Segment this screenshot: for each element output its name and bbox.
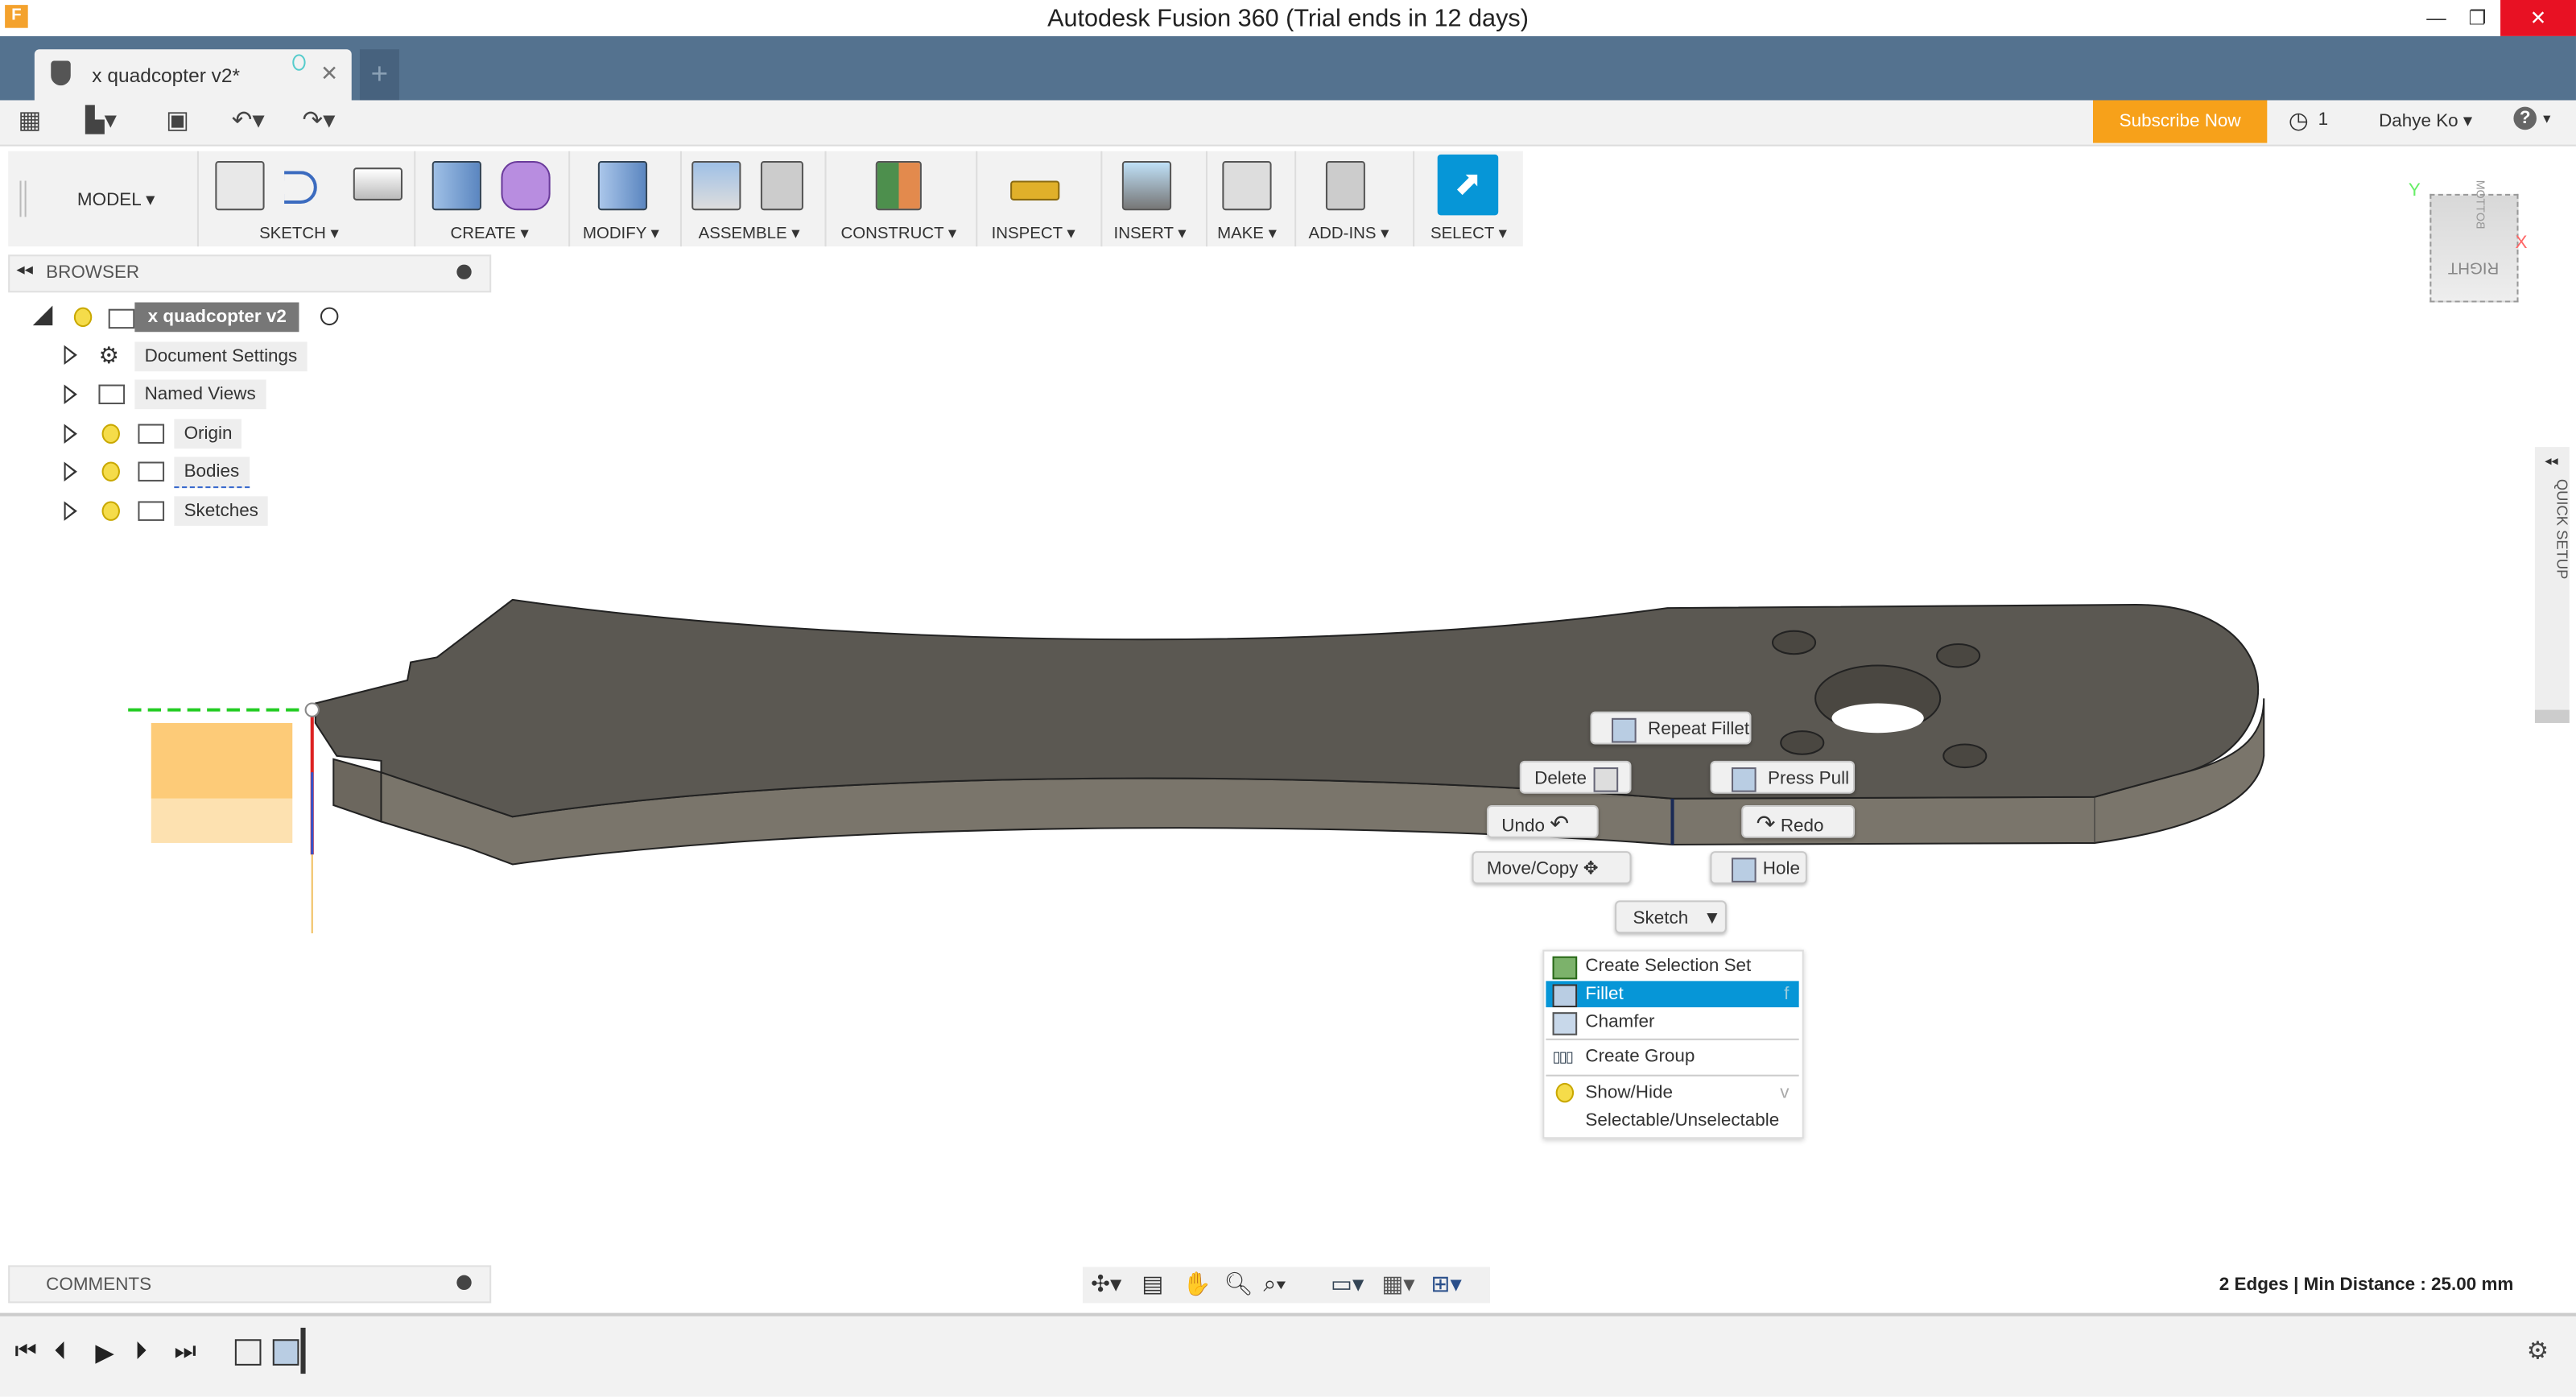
- hole-button[interactable]: Hole: [1710, 851, 1807, 884]
- expand-panel-icon[interactable]: ◂◂: [2545, 453, 2557, 468]
- bulb-icon: [1555, 1082, 1575, 1103]
- chamfer-icon: [1552, 1012, 1578, 1035]
- menu-item-create-selection-set[interactable]: Create Selection Set: [1546, 953, 1798, 980]
- menu-item-label: Fillet: [1585, 984, 1624, 1004]
- mount-hole[interactable]: [1942, 743, 1988, 769]
- quick-setup-label: QUICK SETUP: [2553, 478, 2570, 580]
- go-to-start-icon[interactable]: ⏮: [14, 1337, 37, 1366]
- menu-separator: [1546, 1074, 1799, 1077]
- zoom-icon[interactable]: 🔍︎: [1224, 1271, 1253, 1299]
- mount-hole[interactable]: [1772, 630, 1817, 655]
- menu-item-label: Chamfer: [1585, 1012, 1655, 1032]
- fusion-window: Autodesk Fusion 360 (Trial ends in 12 da…: [0, 0, 2576, 1397]
- button-label: Delete: [1534, 769, 1587, 789]
- button-label: Repeat Fillet: [1648, 719, 1750, 740]
- display-settings-icon[interactable]: ▭▾: [1331, 1271, 1364, 1299]
- mount-hole[interactable]: [1936, 643, 1981, 668]
- menu-item-fillet[interactable]: Fillet f: [1546, 981, 1799, 1008]
- play-icon[interactable]: ▶: [95, 1337, 114, 1367]
- dropdown-arrow-icon: ▼: [1703, 908, 1721, 929]
- selection-status: 2 Edges | Min Distance : 25.00 mm: [2219, 1275, 2514, 1296]
- motor-hole-through: [1831, 703, 1924, 734]
- sketch-dropdown-button[interactable]: Sketch ▼: [1615, 900, 1727, 934]
- panel-scrollbar[interactable]: [2534, 709, 2570, 723]
- selection-set-icon: [1552, 956, 1578, 980]
- delete-button[interactable]: Delete: [1519, 760, 1632, 794]
- step-back-icon[interactable]: ⏴: [54, 1337, 66, 1366]
- menu-item-selectable[interactable]: Selectable/Unselectable: [1546, 1107, 1798, 1134]
- go-to-end-icon[interactable]: ⏭: [174, 1337, 196, 1366]
- delete-icon: [1593, 767, 1618, 791]
- button-label: Undo: [1501, 816, 1545, 837]
- press-pull-icon: [1732, 767, 1757, 791]
- button-label: Hole: [1762, 859, 1800, 879]
- button-label: Sketch: [1633, 908, 1689, 929]
- button-label: Move/Copy: [1486, 859, 1579, 879]
- timeline-bar: [0, 1312, 2576, 1397]
- mount-hole[interactable]: [1780, 730, 1825, 755]
- undo-arrow-icon: ↶: [1550, 810, 1570, 837]
- group-icon: ▯▯▯: [1552, 1048, 1574, 1065]
- quick-setup-panel[interactable]: ◂◂ QUICK SETUP: [2534, 447, 2570, 723]
- add-comment-icon[interactable]: [456, 1275, 472, 1291]
- canvas-viewport[interactable]: [0, 0, 2576, 1394]
- menu-item-label: Create Group: [1585, 1046, 1695, 1067]
- redo-button[interactable]: ↷ Redo: [1741, 804, 1856, 838]
- menu-item-label: Create Selection Set: [1585, 956, 1752, 977]
- sketch-profile-region-lower: [151, 798, 293, 843]
- look-at-icon[interactable]: ▤: [1141, 1271, 1163, 1299]
- redo-arrow-icon: ↷: [1756, 810, 1776, 837]
- fit-icon[interactable]: ⌕▾: [1263, 1271, 1286, 1299]
- press-pull-button[interactable]: Press Pull: [1710, 760, 1856, 794]
- orbit-icon[interactable]: ✣▾: [1091, 1271, 1121, 1299]
- view-cube-right-face[interactable]: RIGHT: [2448, 258, 2499, 275]
- menu-item-label: Selectable/Unselectable: [1585, 1110, 1780, 1131]
- menu-item-create-group[interactable]: ▯▯▯ Create Group: [1546, 1044, 1798, 1070]
- menu-item-label: Show/Hide: [1585, 1082, 1673, 1103]
- undo-button[interactable]: Undo ↶: [1486, 804, 1599, 838]
- viewports-icon[interactable]: ⊞▾: [1431, 1271, 1462, 1299]
- timeline-sketch-feature-icon[interactable]: [234, 1339, 262, 1366]
- comments-panel-header[interactable]: COMMENTS: [8, 1265, 492, 1304]
- pan-hand-icon[interactable]: ✋: [1183, 1271, 1212, 1299]
- move-copy-button[interactable]: Move/Copy ✥: [1472, 851, 1632, 884]
- part-notch-face[interactable]: [332, 758, 382, 823]
- origin-point[interactable]: [304, 702, 320, 717]
- fillet-icon: [1552, 984, 1578, 1008]
- menu-separator: [1546, 1038, 1799, 1040]
- repeat-fillet-button[interactable]: Repeat Fillet: [1590, 711, 1752, 745]
- step-forward-icon[interactable]: ⏵: [134, 1337, 147, 1366]
- menu-item-show-hide[interactable]: Show/Hide v: [1546, 1080, 1798, 1106]
- move-icon: ✥: [1583, 859, 1599, 879]
- y-axis-label: Y: [2408, 180, 2421, 200]
- shortcut: v: [1780, 1082, 1790, 1103]
- shortcut: f: [1784, 984, 1790, 1004]
- x-axis-label: X: [2515, 233, 2528, 254]
- menu-item-chamfer[interactable]: Chamfer: [1546, 1009, 1798, 1035]
- view-cube-bottom-face[interactable]: BOTTOM: [2473, 180, 2484, 229]
- view-cube[interactable]: BOTTOM RIGHT: [2429, 180, 2519, 303]
- context-menu: Create Selection Set Fillet f Chamfer ▯▯▯…: [1542, 949, 1804, 1139]
- grid-settings-icon[interactable]: ▦▾: [1381, 1271, 1414, 1299]
- timeline-settings-gear-icon[interactable]: ⚙: [2527, 1336, 2549, 1366]
- navigation-bar: ✣▾ ▤ ✋ 🔍︎ ⌕▾ ▭▾ ▦▾ ⊞▾: [1082, 1267, 1491, 1304]
- sketch-profile-region: [151, 722, 293, 799]
- button-label: Redo: [1780, 816, 1824, 837]
- timeline-extrude-feature-icon[interactable]: [272, 1339, 299, 1366]
- comments-title: COMMENTS: [46, 1275, 152, 1296]
- button-label: Press Pull: [1768, 769, 1850, 789]
- timeline-marker[interactable]: [300, 1327, 306, 1374]
- hole-icon: [1732, 857, 1757, 882]
- fillet-icon: [1612, 717, 1637, 742]
